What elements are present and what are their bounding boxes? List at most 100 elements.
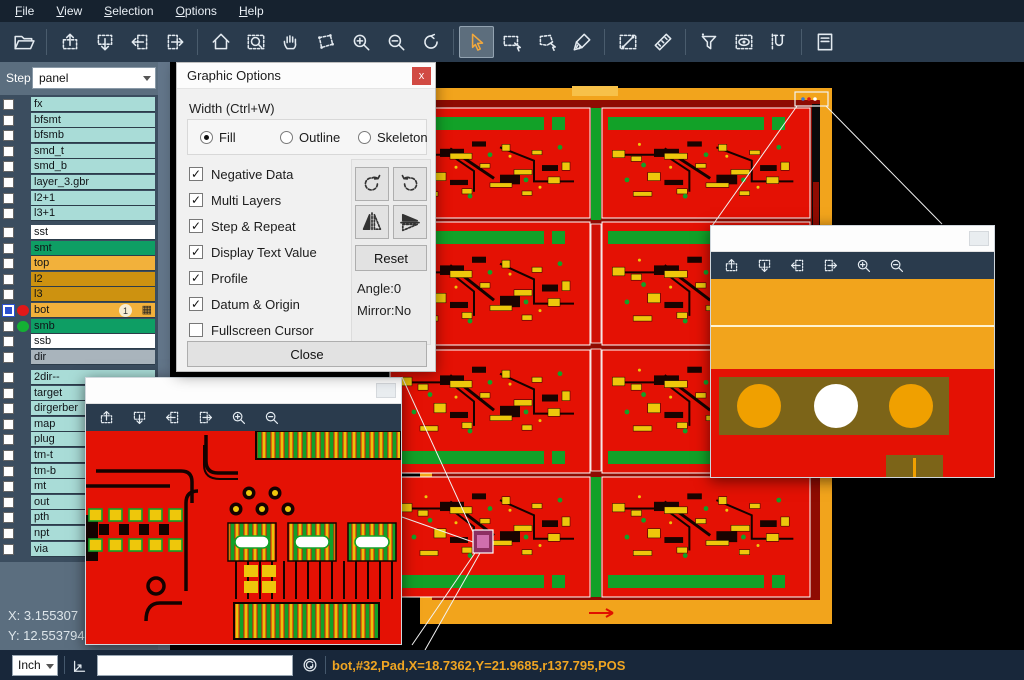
snap-magnet-button[interactable]	[761, 26, 796, 58]
layer-label[interactable]: l2	[31, 272, 155, 287]
menu-view[interactable]: View	[45, 1, 93, 21]
check-display-text-value[interactable]: ✓Display Text Value	[189, 243, 317, 261]
layer-checkbox[interactable]	[3, 336, 14, 347]
layer-label[interactable]: l3	[31, 287, 155, 302]
layer-label[interactable]: smd_b	[31, 159, 155, 174]
menu-help[interactable]: Help	[228, 1, 275, 21]
pan-up-button[interactable]	[91, 406, 121, 430]
layer-checkbox[interactable]	[3, 227, 14, 238]
layer-row-smb[interactable]: smb	[0, 319, 158, 335]
radio-fill[interactable]: Fill	[200, 130, 236, 145]
layer-checkbox[interactable]	[3, 481, 14, 492]
layer-checkbox[interactable]	[3, 321, 14, 332]
layer-label[interactable]: dir	[31, 350, 155, 365]
layer-checkbox[interactable]	[3, 434, 14, 445]
layer-checkbox[interactable]	[3, 403, 14, 414]
preview-right-content[interactable]	[711, 279, 994, 482]
layer-checkbox[interactable]	[3, 512, 14, 523]
ruler-button[interactable]	[645, 26, 680, 58]
pan-up-button[interactable]	[716, 254, 746, 278]
layer-checkbox[interactable]	[3, 274, 14, 285]
preview-right-titlebar[interactable]	[711, 226, 994, 252]
layer-label[interactable]: bfsmt	[31, 113, 155, 128]
select-rect-button[interactable]	[494, 26, 529, 58]
zoom-in-button[interactable]	[343, 26, 378, 58]
layer-row-smd_b[interactable]: smd_b	[0, 159, 158, 175]
layer-checkbox[interactable]	[3, 289, 14, 300]
zoom-in-button[interactable]	[848, 254, 878, 278]
layer-label[interactable]: sst	[31, 225, 155, 240]
checkbox[interactable]: ✓	[189, 219, 203, 233]
pan-up-button[interactable]	[52, 26, 87, 58]
layer-checkbox[interactable]	[3, 208, 14, 219]
pan-right-button[interactable]	[815, 254, 845, 278]
layer-row-bfsmb[interactable]: bfsmb	[0, 128, 158, 144]
layer-color-indicator[interactable]	[17, 305, 29, 316]
pan-right-button[interactable]	[190, 406, 220, 430]
clean-brush-button[interactable]	[564, 26, 599, 58]
mirror-v-button[interactable]	[393, 205, 427, 239]
layer-label[interactable]: l3+1	[31, 206, 155, 221]
mirror-h-button[interactable]	[355, 205, 389, 239]
view-eye-button[interactable]	[726, 26, 761, 58]
layer-row-l3+1[interactable]: l3+1	[0, 206, 158, 222]
home-button[interactable]	[203, 26, 238, 58]
select-poly-button[interactable]	[529, 26, 564, 58]
radio-outline[interactable]: Outline	[280, 130, 340, 145]
reset-button[interactable]: Reset	[355, 245, 427, 271]
layer-checkbox[interactable]	[3, 161, 14, 172]
layer-row-bfsmt[interactable]: bfsmt	[0, 113, 158, 129]
zoom-in-button[interactable]	[223, 406, 253, 430]
pan-right-button[interactable]	[157, 26, 192, 58]
layer-checkbox[interactable]	[3, 258, 14, 269]
preview-left-titlebar[interactable]	[86, 378, 401, 404]
command-input[interactable]	[97, 655, 293, 676]
layer-label[interactable]: smb	[31, 319, 155, 334]
layer-form-button[interactable]	[807, 26, 842, 58]
step-select[interactable]: panel	[32, 67, 156, 89]
layer-row-fx[interactable]: fx	[0, 97, 158, 113]
layer-checkbox[interactable]	[3, 372, 14, 383]
pan-down-button[interactable]	[749, 254, 779, 278]
check-multi-layers[interactable]: ✓Multi Layers	[189, 191, 281, 209]
zoom-prev-button[interactable]	[413, 26, 448, 58]
layer-row-l3[interactable]: l3	[0, 287, 158, 303]
layer-checkbox[interactable]	[3, 130, 14, 141]
menu-options[interactable]: Options	[165, 1, 228, 21]
layer-checkbox[interactable]	[3, 193, 14, 204]
zoom-out-button[interactable]	[256, 406, 286, 430]
zoom-poly-button[interactable]	[308, 26, 343, 58]
layer-row-top[interactable]: top	[0, 256, 158, 272]
layer-checkbox[interactable]	[3, 466, 14, 477]
layer-label[interactable]: layer_3.gbr	[31, 175, 155, 190]
zoom-preview-window-left[interactable]	[85, 377, 402, 645]
radio-dot[interactable]	[280, 131, 293, 144]
zoom-out-button[interactable]	[881, 254, 911, 278]
layer-row-dir[interactable]: dir	[0, 350, 158, 366]
radio-dot[interactable]	[358, 131, 371, 144]
history-circle-icon[interactable]	[301, 656, 319, 674]
layer-label[interactable]: top	[31, 256, 155, 271]
layer-checkbox[interactable]	[3, 450, 14, 461]
radio-dot[interactable]	[200, 131, 213, 144]
layer-checkbox[interactable]	[3, 544, 14, 555]
check-profile[interactable]: ✓Profile	[189, 269, 248, 287]
rotate-ccw-button[interactable]	[393, 167, 427, 201]
pan-left-button[interactable]	[157, 406, 187, 430]
layer-row-layer_3.gbr[interactable]: layer_3.gbr	[0, 175, 158, 191]
open-folder-button[interactable]	[6, 26, 41, 58]
layer-checkbox[interactable]	[3, 115, 14, 126]
angle-measure-icon[interactable]	[71, 656, 89, 674]
layer-label[interactable]: fx	[31, 97, 155, 112]
pan-down-button[interactable]	[124, 406, 154, 430]
unit-select[interactable]: Inch	[12, 655, 58, 676]
layer-checkbox[interactable]	[3, 419, 14, 430]
layer-checkbox[interactable]	[3, 99, 14, 110]
layer-row-ssb[interactable]: ssb	[0, 334, 158, 350]
layer-checkbox[interactable]	[3, 305, 14, 316]
pan-left-button[interactable]	[782, 254, 812, 278]
layer-row-smt[interactable]: smt	[0, 241, 158, 257]
pan-down-button[interactable]	[87, 26, 122, 58]
layer-checkbox[interactable]	[3, 497, 14, 508]
layer-color-indicator[interactable]	[17, 321, 29, 332]
